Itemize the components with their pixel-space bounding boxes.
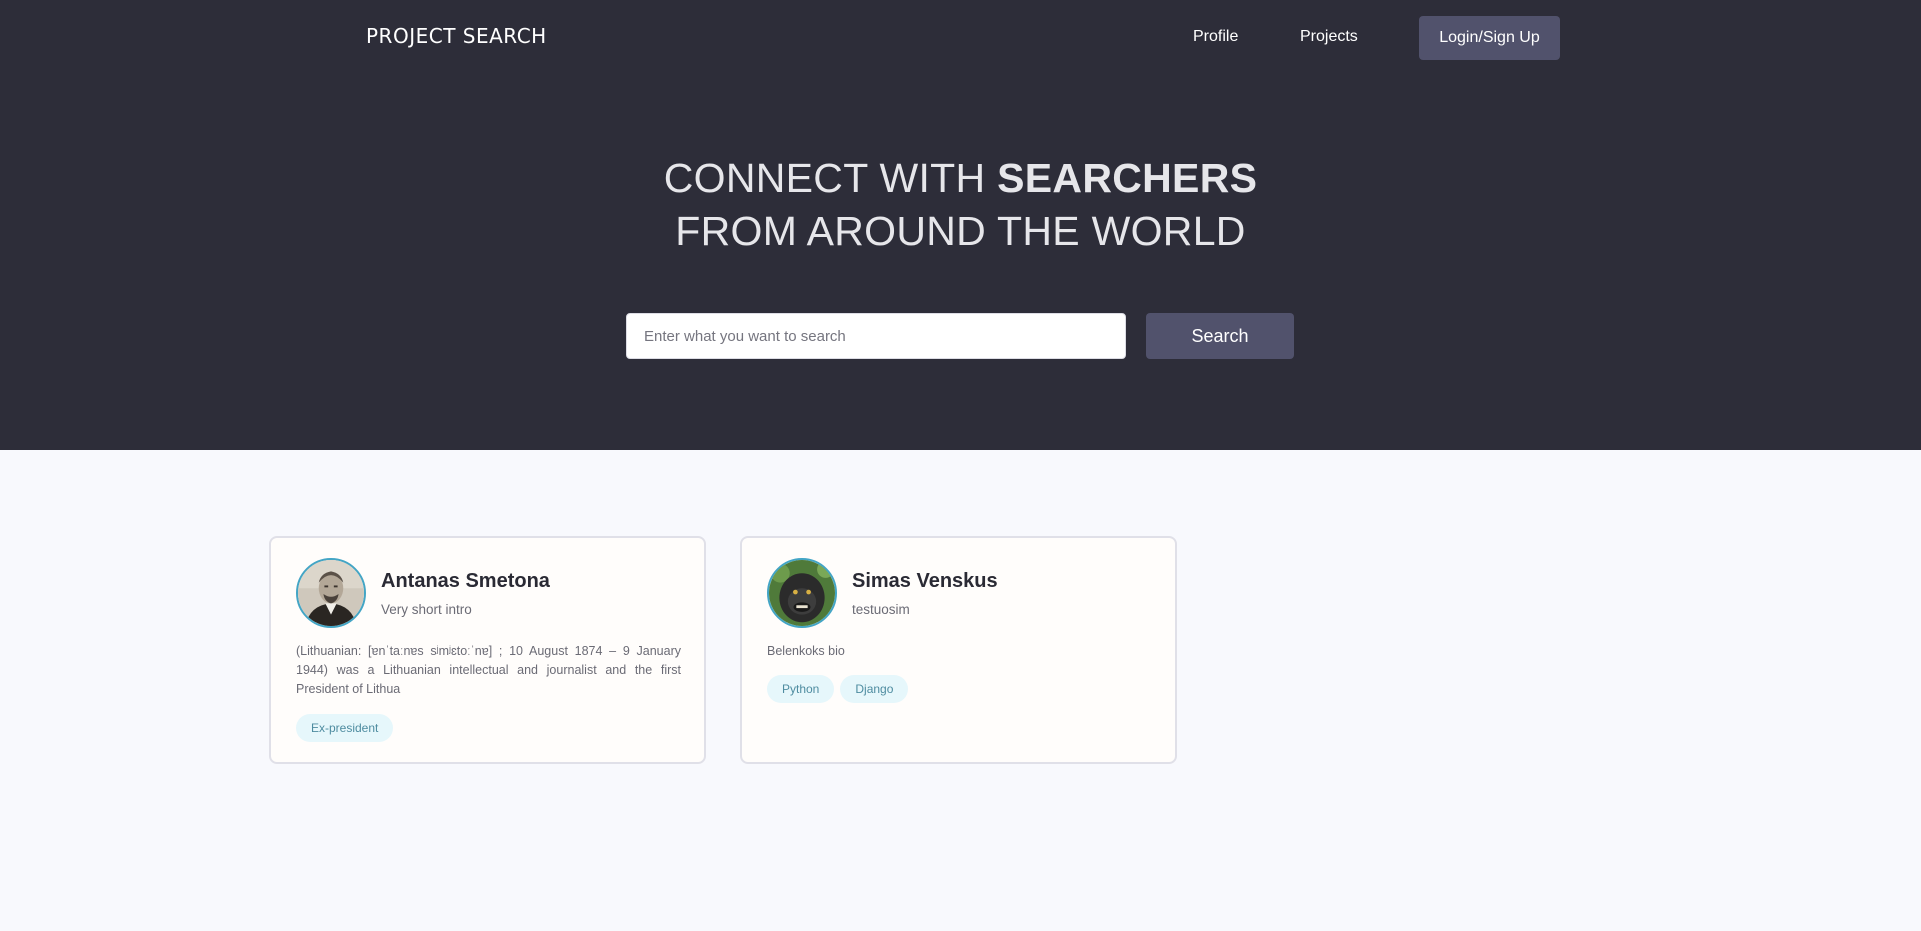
hero-line-1-bold: SEARCHERS: [997, 155, 1258, 201]
card-name: Antanas Smetona: [381, 570, 550, 592]
search-input[interactable]: [626, 313, 1126, 359]
card-tags: Ex-president: [296, 714, 394, 742]
profile-card[interactable]: Antanas Smetona Very short intro (Lithua…: [269, 536, 706, 764]
card-name: Simas Venskus: [852, 570, 998, 592]
site-logo[interactable]: PROJECT SEARCH: [366, 24, 547, 48]
card-bio: (Lithuanian: [ɐnˈtaːnɐs sʲmʲɛtoːˈnɐ] ; 1…: [296, 644, 681, 696]
search-button[interactable]: Search: [1146, 313, 1294, 359]
hero-section: PROJECT SEARCH Profile Projects Login/Si…: [0, 0, 1921, 450]
avatar: [767, 558, 837, 628]
avatar: [296, 558, 366, 628]
hero-line-1-prefix: CONNECT WITH: [663, 155, 998, 201]
hero-headline: CONNECT WITH SEARCHERS FROM AROUND THE W…: [0, 152, 1921, 258]
gorilla-photo-icon: [769, 560, 835, 626]
skill-tag[interactable]: Ex-president: [296, 714, 394, 742]
hero-line-2: FROM AROUND THE WORLD: [675, 208, 1246, 254]
nav-profile-link[interactable]: Profile: [1193, 28, 1238, 46]
hero-line-1: CONNECT WITH SEARCHERS: [0, 152, 1921, 205]
card-bio: Belenkoks bio: [767, 644, 845, 658]
nav-projects-link[interactable]: Projects: [1300, 28, 1358, 46]
card-intro: Very short intro: [381, 602, 472, 617]
portrait-photo-icon: [298, 560, 364, 626]
login-signup-button[interactable]: Login/Sign Up: [1419, 16, 1560, 60]
card-intro: testuosim: [852, 602, 910, 617]
card-tags: Python Django: [767, 675, 909, 703]
profile-card[interactable]: Simas Venskus testuosim Belenkoks bio Py…: [740, 536, 1177, 764]
skill-tag[interactable]: Python: [767, 675, 835, 703]
skill-tag[interactable]: Django: [840, 675, 909, 703]
